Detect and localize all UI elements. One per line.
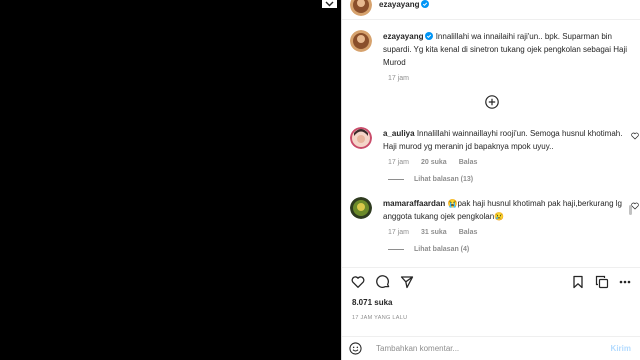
view-replies-button[interactable]: Lihat balasan (4) <box>388 246 635 253</box>
replies-divider <box>388 179 404 180</box>
heart-icon[interactable] <box>631 202 639 210</box>
comment-text: mamaraffaardan 😭pak haji husnul khotimah… <box>383 197 623 223</box>
copy-icon[interactable] <box>595 275 609 289</box>
heart-icon[interactable] <box>631 132 639 140</box>
comment-username[interactable]: a_auliya <box>383 129 415 138</box>
view-replies-button[interactable]: Lihat balasan (13) <box>388 176 635 183</box>
reply-button[interactable]: Balas <box>459 229 478 236</box>
avatar[interactable] <box>350 197 372 219</box>
more-icon[interactable] <box>618 275 632 289</box>
comment-meta: 17 jam 31 suka Balas <box>388 229 635 236</box>
replies-divider <box>388 249 404 250</box>
comment-body: Innalillahi wainnaillayhi rooji'un. Semo… <box>383 129 623 151</box>
post-media[interactable] <box>0 0 341 360</box>
share-icon[interactable] <box>400 275 414 289</box>
comment-time: 17 jam <box>388 159 410 166</box>
comment-username[interactable]: mamaraffaardan <box>383 199 445 208</box>
reply-button[interactable]: Balas <box>459 159 478 166</box>
likes-count[interactable]: 8.071 suka <box>352 298 392 307</box>
plus-circle-icon[interactable] <box>485 95 499 109</box>
post-comment-button[interactable]: Kirim <box>611 344 631 353</box>
comment-icon[interactable] <box>376 275 390 289</box>
view-replies-label: Lihat balasan (4) <box>414 246 470 253</box>
comment-time: 17 jam <box>388 229 410 236</box>
avatar[interactable] <box>350 0 372 16</box>
view-replies-label: Lihat balasan (13) <box>414 176 474 183</box>
header-username[interactable]: ezayayang <box>379 0 430 10</box>
comment-likes[interactable]: 31 suka <box>421 229 447 236</box>
comment-item: mamaraffaardan 😭pak haji husnul khotimah… <box>350 197 639 253</box>
comment-likes[interactable]: 20 suka <box>421 159 447 166</box>
post-side-panel: ezayayang ezayayang Innalillahi wa innai… <box>341 0 640 360</box>
comment-text: a_auliya Innalillahi wainnaillayhi rooji… <box>383 127 623 153</box>
post-caption: ezayayang Innalillahi wa innailaihi raji… <box>350 30 635 82</box>
avatar[interactable] <box>350 127 372 149</box>
chevron-down-icon[interactable] <box>322 0 337 8</box>
verified-icon <box>425 32 434 40</box>
caption-username[interactable]: ezayayang <box>383 32 423 41</box>
comment-item: a_auliya Innalillahi wainnaillayhi rooji… <box>350 127 639 183</box>
verified-icon <box>421 0 430 8</box>
action-bar <box>342 267 640 297</box>
caption-time: 17 jam <box>388 75 410 82</box>
avatar[interactable] <box>350 30 372 52</box>
emoji-icon[interactable] <box>349 342 362 355</box>
post-header: ezayayang <box>342 0 640 20</box>
save-icon[interactable] <box>571 275 585 289</box>
heart-icon[interactable] <box>351 275 365 289</box>
post-time-ago: 17 JAM YANG LALU <box>352 315 408 321</box>
scrollbar-thumb[interactable] <box>629 205 632 215</box>
caption-text: ezayayang Innalillahi wa innailaihi raji… <box>383 30 635 69</box>
comment-meta: 17 jam 20 suka Balas <box>388 159 635 166</box>
comment-input[interactable]: Tambahkan komentar... <box>376 344 459 353</box>
add-comment-bar: Tambahkan komentar... Kirim <box>342 336 640 360</box>
